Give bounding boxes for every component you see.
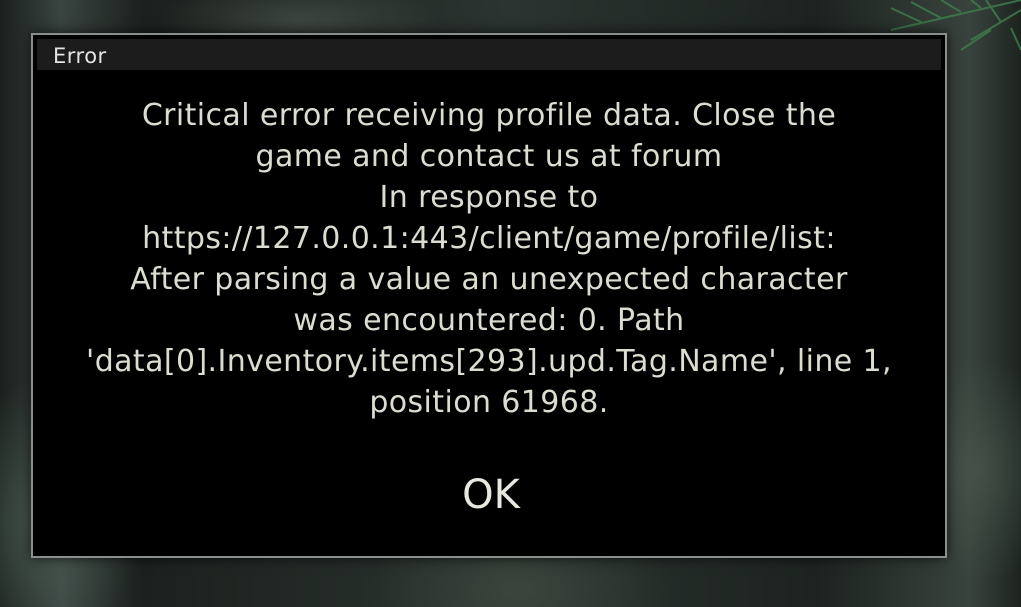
error-message-line: was encountered: 0. Path <box>293 303 685 338</box>
dialog-title-bar: Error <box>37 39 941 70</box>
error-message-line: game and contact us at forum <box>255 139 723 174</box>
error-message-line: After parsing a value an unexpected char… <box>130 262 848 297</box>
error-message-line: In response to <box>379 180 599 215</box>
error-message-line: position 61968. <box>369 385 609 420</box>
error-message-line: Critical error receiving profile data. C… <box>141 98 837 133</box>
error-message-line: https://127.0.0.1:443/client/game/profil… <box>142 221 836 256</box>
ok-button[interactable]: OK <box>431 467 551 523</box>
error-message: Critical error receiving profile data. C… <box>53 95 925 423</box>
error-message-line: 'data[0].Inventory.items[293].upd.Tag.Na… <box>86 344 892 379</box>
dialog-title: Error <box>53 44 107 68</box>
error-dialog: Error Critical error receiving profile d… <box>31 33 947 558</box>
